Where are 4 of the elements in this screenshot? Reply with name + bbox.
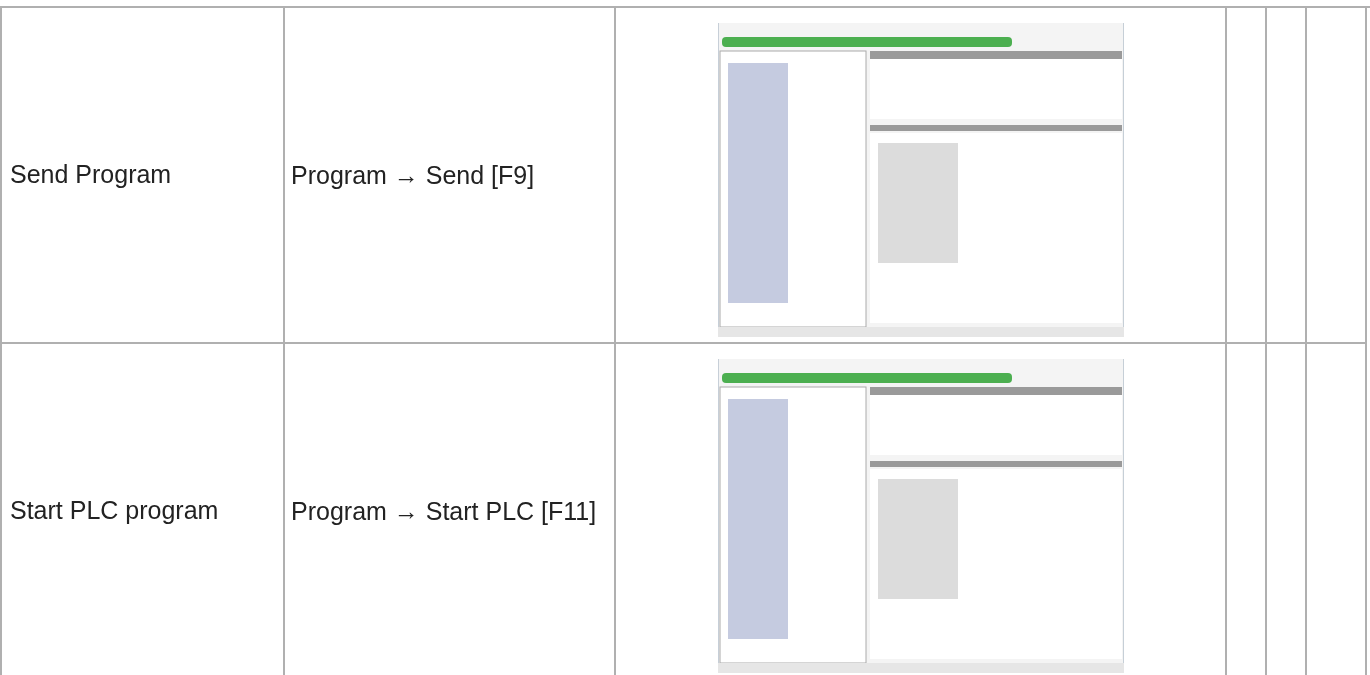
action-label: Start PLC program <box>10 495 219 527</box>
menu-path: Program → Send [F9] <box>291 161 535 189</box>
menu-path: Program → Start PLC [F11] <box>291 497 597 525</box>
action-label: Send Program <box>10 159 172 191</box>
